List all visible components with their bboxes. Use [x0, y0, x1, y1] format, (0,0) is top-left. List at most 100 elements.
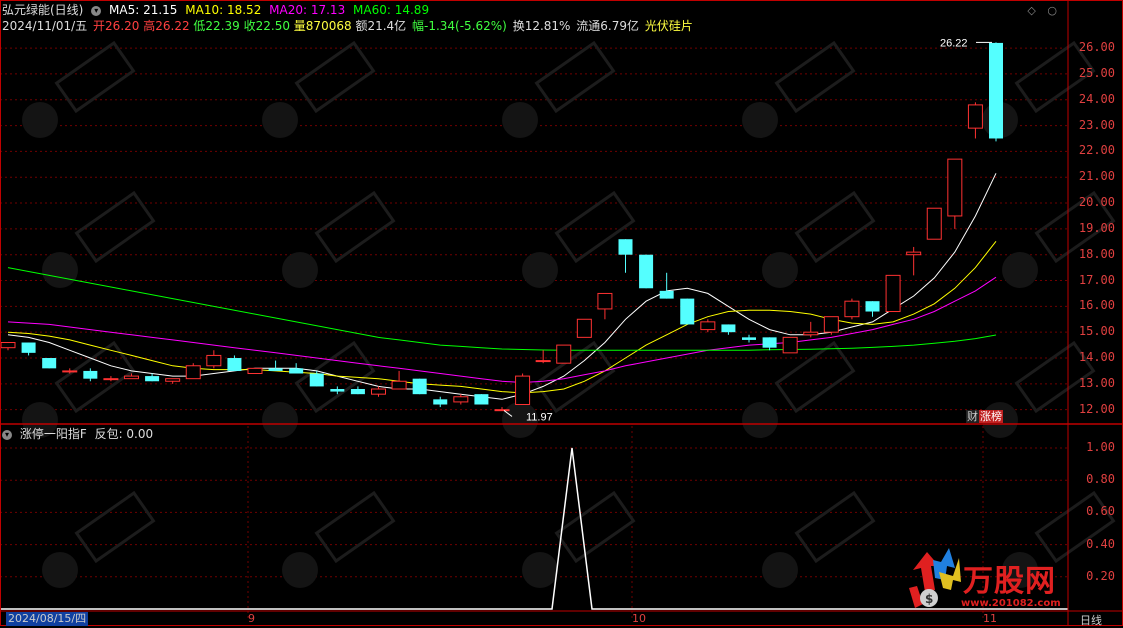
candle-down — [412, 378, 427, 395]
price-tick: 26.00 — [1078, 40, 1115, 55]
candle-down — [742, 337, 756, 340]
candle-up — [576, 318, 592, 338]
settings-dropdown-icon[interactable]: ▾ — [91, 5, 102, 16]
indicator-header: ▾ 涨停一阳指F 反包: 0.00 — [2, 426, 157, 442]
close-label: 收22.50 — [243, 19, 290, 33]
watermark-mark — [762, 552, 798, 588]
open-label: 开26.20 — [93, 19, 140, 33]
indicator-value: 反包: 0.00 — [94, 427, 154, 441]
candle-down — [989, 42, 1003, 139]
change-label: 幅-1.34(-5.62%) — [412, 19, 507, 33]
price-tick: 21.00 — [1078, 169, 1115, 184]
candle-down — [350, 389, 365, 395]
candle-down — [639, 254, 654, 289]
candle-up — [371, 388, 386, 395]
candle-up — [700, 321, 716, 331]
rank-badge[interactable]: 财涨榜 — [966, 410, 1003, 424]
watermark-mark — [502, 102, 538, 138]
watermark-mark — [42, 252, 78, 288]
candle-up — [62, 370, 78, 373]
circle-icon[interactable]: ○ — [1047, 4, 1057, 17]
grid-lines — [0, 47, 1068, 620]
watermark-mark — [282, 252, 318, 288]
indicator-tick: 0.60 — [1086, 504, 1115, 519]
candle-down — [21, 342, 36, 353]
watermark-mark — [742, 102, 778, 138]
candle-up — [906, 251, 922, 256]
candle-down — [289, 368, 304, 374]
watermark-mark — [742, 402, 778, 438]
candle-up — [535, 360, 551, 363]
candle-up — [556, 344, 572, 364]
watermark-layer — [22, 40, 1116, 588]
candle-up — [206, 354, 222, 367]
candle-down — [83, 370, 98, 379]
candle-up — [967, 104, 983, 129]
candle-up — [494, 409, 510, 412]
candle-up — [0, 342, 16, 349]
price-tick: 20.00 — [1078, 195, 1115, 210]
candle-up — [947, 158, 963, 217]
high-label: 高26.22 — [143, 19, 190, 33]
candle-up — [823, 316, 839, 333]
price-tick: 24.00 — [1078, 91, 1115, 106]
candle-down — [680, 298, 695, 325]
candle-down — [865, 301, 880, 312]
logo-arrows-icon: $ — [909, 548, 961, 608]
candle-down — [330, 389, 345, 392]
low-label: 低22.39 — [193, 19, 240, 33]
candle-up — [391, 380, 407, 390]
price-tick: 14.00 — [1078, 350, 1115, 364]
candle-down — [268, 368, 283, 371]
indicator-settings-icon[interactable]: ▾ — [2, 429, 12, 440]
candle-up — [844, 300, 860, 318]
price-tick: 16.00 — [1078, 298, 1115, 313]
diamond-icon[interactable]: ◇ — [1027, 4, 1035, 17]
candle-up — [247, 367, 263, 375]
amount-label: 额21.4亿 — [355, 19, 407, 33]
candle-up — [124, 375, 139, 380]
indicator-title[interactable]: 涨停一阳指F — [20, 427, 87, 441]
low-price-label: 11.97 — [526, 411, 553, 423]
candlestick-series — [0, 42, 1003, 412]
candle-up — [885, 274, 901, 313]
candle-down — [474, 394, 489, 405]
watermark-mark — [22, 102, 58, 138]
x-label-sep: 9 — [248, 612, 255, 625]
watermark-mark — [554, 490, 636, 564]
candle-down — [309, 373, 324, 387]
watermark-mark — [522, 252, 558, 288]
watermark-mark — [774, 40, 856, 114]
watermark-mark — [294, 340, 376, 414]
chart-header-ma: 弘元绿能(日线) ▾ MA5: 21.15 MA10: 18.52 MA20: … — [2, 2, 433, 18]
candle-up — [782, 336, 798, 354]
ma10-label: MA10: 18.52 — [185, 3, 262, 17]
svg-text:$: $ — [925, 592, 933, 606]
turnover-label: 换12.81% — [512, 19, 571, 33]
stock-name[interactable]: 弘元绿能(日线) — [2, 3, 83, 17]
price-tick: 12.00 — [1078, 401, 1115, 416]
logo-brand: 万股网 — [963, 564, 1056, 599]
ma5-label: MA5: 21.15 — [109, 3, 178, 17]
x-label-oct: 10 — [632, 612, 646, 625]
high-price-label: 26.22 — [940, 37, 968, 49]
watermark-mark — [1002, 252, 1038, 288]
rank-badge-right: 涨榜 — [979, 410, 1003, 423]
watermark-mark — [314, 490, 396, 564]
indicator-tick: 1.00 — [1086, 440, 1115, 454]
price-tick: 25.00 — [1078, 65, 1115, 80]
price-tick: 19.00 — [1078, 220, 1115, 235]
chart-tools: ◇ ○ — [1027, 4, 1057, 17]
candle-down — [659, 290, 674, 299]
candle-down — [762, 337, 777, 348]
ma-line-ma20 — [7, 276, 997, 384]
price-tick: 22.00 — [1078, 143, 1115, 158]
watermark-mark — [794, 490, 876, 564]
candle-down — [433, 399, 448, 405]
sector-label[interactable]: 光伏硅片 — [645, 19, 693, 33]
candle-up — [597, 292, 613, 310]
kline-chart[interactable]: 26.22 11.97 — [0, 0, 1123, 626]
candle-up — [185, 365, 201, 380]
rank-badge-left: 财 — [966, 410, 979, 423]
indicator-tick: 0.80 — [1086, 472, 1115, 487]
